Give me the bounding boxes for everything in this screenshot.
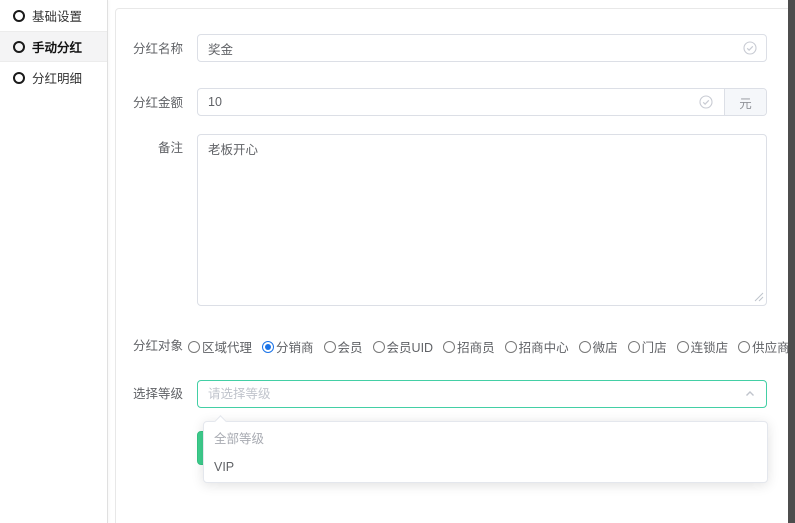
chevron-up-icon — [744, 388, 756, 400]
unit-addon: 元 — [724, 89, 766, 115]
sidebar-item-dividend-detail[interactable]: 分红明细 — [0, 62, 107, 93]
radio-icon — [262, 341, 274, 353]
circle-icon — [13, 41, 25, 53]
radio-store[interactable]: 门店 — [628, 337, 667, 356]
radio-recruit-center[interactable]: 招商中心 — [505, 337, 569, 356]
radio-icon — [628, 341, 640, 353]
dividend-name-field — [197, 34, 767, 62]
level-dropdown-panel: 全部等级 VIP — [203, 421, 768, 483]
circle-icon — [13, 72, 25, 84]
radio-member-uid[interactable]: 会员UID — [373, 337, 434, 356]
radio-member[interactable]: 会员 — [324, 337, 363, 356]
sidebar-item-manual-dividend[interactable]: 手动分红 — [0, 31, 107, 62]
circle-icon — [13, 10, 25, 22]
dividend-name-input[interactable] — [198, 35, 766, 61]
radio-chain-store[interactable]: 连锁店 — [677, 337, 729, 356]
remark-textarea[interactable]: 老板开心 — [197, 134, 767, 306]
dropdown-option-all-levels[interactable]: 全部等级 — [204, 425, 767, 453]
radio-region-agent[interactable]: 区域代理 — [188, 337, 252, 356]
dividend-target-radio-group: 区域代理 分销商 会员 会员UID 招商员 招商中心 微店 门店 — [188, 337, 790, 356]
radio-icon — [373, 341, 385, 353]
radio-micro-shop[interactable]: 微店 — [579, 337, 618, 356]
radio-icon — [505, 341, 517, 353]
radio-icon — [443, 341, 455, 353]
radio-icon — [188, 341, 200, 353]
dividend-amount-input[interactable] — [198, 89, 766, 115]
radio-distributor[interactable]: 分销商 — [262, 337, 314, 356]
radio-recruiter[interactable]: 招商员 — [443, 337, 495, 356]
level-select[interactable] — [197, 380, 767, 408]
radio-supplier[interactable]: 供应商 — [738, 337, 790, 356]
sidebar-item-label: 基础设置 — [32, 6, 82, 25]
sidebar-item-label: 手动分红 — [32, 37, 82, 56]
level-select-label: 选择等级 — [100, 387, 183, 401]
dividend-target-label: 分红对象 — [100, 339, 183, 353]
remark-field: 老板开心 — [197, 134, 767, 306]
remark-label: 备注 — [100, 141, 183, 155]
dividend-name-label: 分红名称 — [100, 42, 183, 56]
dividend-amount-label: 分红金额 — [100, 96, 183, 110]
check-circle-icon — [699, 95, 713, 109]
radio-icon — [324, 341, 336, 353]
vertical-scrollbar[interactable] — [788, 0, 795, 523]
level-select-input[interactable] — [198, 381, 766, 407]
check-circle-icon — [743, 41, 757, 55]
sidebar-item-label: 分红明细 — [32, 68, 82, 87]
page: 基础设置 手动分红 分红明细 分红名称 分红金额 — [0, 0, 795, 523]
sidebar-item-basic-settings[interactable]: 基础设置 — [0, 0, 107, 31]
dropdown-option-vip[interactable]: VIP — [204, 453, 767, 481]
sidebar: 基础设置 手动分红 分红明细 — [0, 0, 108, 523]
radio-icon — [677, 341, 689, 353]
radio-icon — [579, 341, 591, 353]
dividend-amount-field: 元 — [197, 88, 767, 116]
radio-icon — [738, 341, 750, 353]
